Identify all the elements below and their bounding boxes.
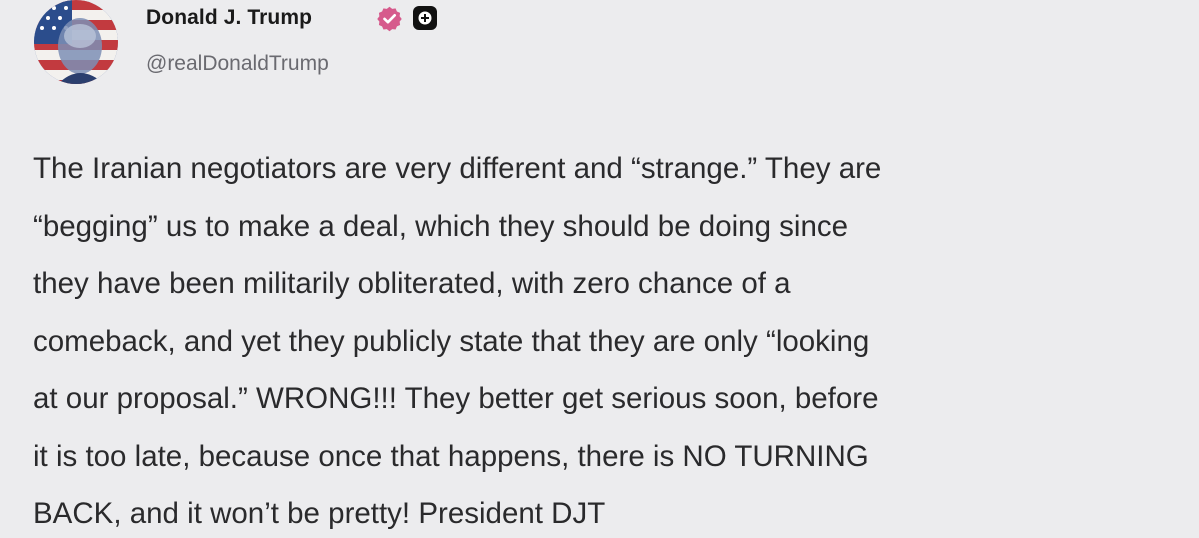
post-body-line: The Iranian negotiators are very differe… [33,152,882,185]
author-avatar[interactable] [34,0,118,84]
post-body-line: they have been militarily obliterated, w… [33,267,791,300]
post-body-text: The Iranian negotiators are very differe… [33,140,1183,538]
post-body-line: BACK, and it won’t be pretty! President … [33,497,606,530]
author-handle[interactable]: @realDonaldTrump [146,52,329,76]
post-body-line: “begging” us to make a deal, which they … [33,209,849,243]
post-body-line: it is too late, because once that happen… [33,439,869,473]
post-body-line: comeback, and yet they publicly state th… [33,324,870,358]
post-body-line: at our proposal.” WRONG!!! They better g… [33,382,879,415]
post-card: Donald J. Trump @realDonaldTrump The Ira… [0,0,1199,538]
plus-badge-icon [413,6,437,30]
avatar-image [34,0,118,84]
verified-badge-icon [377,6,402,32]
author-name[interactable]: Donald J. Trump [146,6,312,30]
